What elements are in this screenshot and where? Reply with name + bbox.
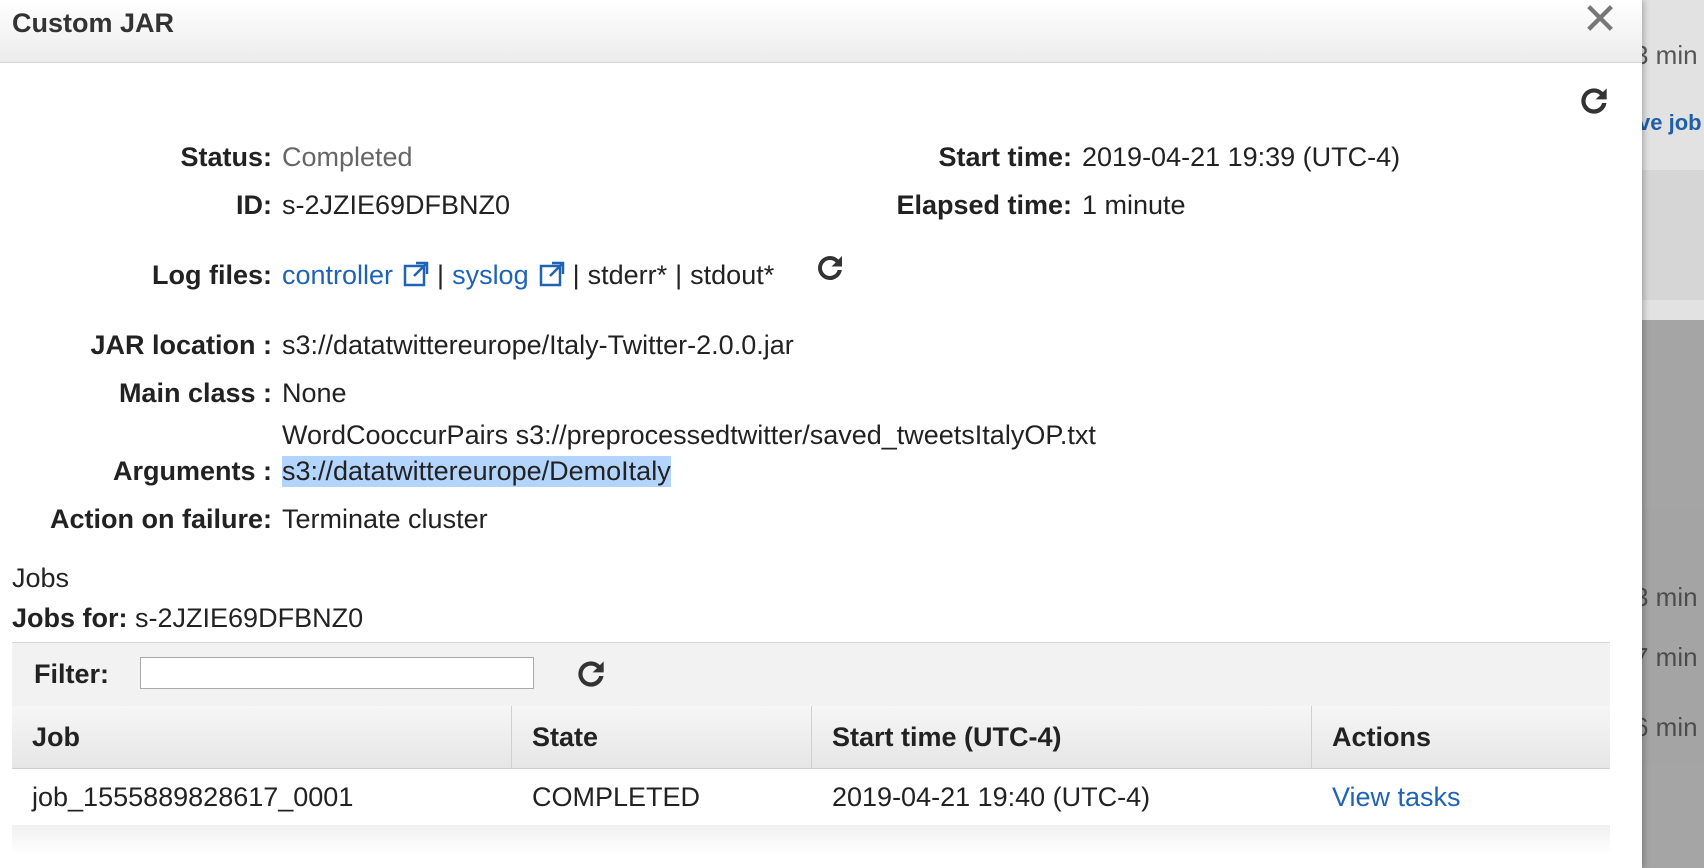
jobs-table: Job State Start time (UTC-4) Actions job…	[12, 706, 1610, 855]
arguments-value-line-1: WordCooccurPairs s3://preprocessedtwitte…	[282, 420, 1096, 450]
action-on-failure-value: Terminate cluster	[282, 504, 488, 534]
background-text: 3 min	[1634, 582, 1698, 612]
filter-label: Filter:	[34, 659, 110, 689]
job-state-cell: COMPLETED	[532, 782, 701, 812]
column-header-state[interactable]: State	[512, 706, 812, 768]
syslog-log-link[interactable]: syslog	[452, 260, 529, 290]
arguments-label: Arguments :	[112, 456, 272, 486]
stderr-log: stderr*	[587, 260, 668, 290]
status-value: Completed	[282, 142, 413, 172]
job-id-cell: job_1555889828617_0001	[32, 782, 354, 812]
column-header-actions: Actions	[1332, 722, 1432, 752]
separator: |	[572, 260, 580, 290]
background-link: ve job	[1640, 110, 1702, 135]
external-link-icon[interactable]	[539, 261, 565, 287]
action-on-failure-label: Action on failure:	[50, 504, 272, 534]
background-text: 3 min	[1640, 40, 1698, 70]
jobs-for: Jobs for: s-2JZIE69DFBNZ0	[12, 603, 363, 634]
id-label: ID:	[236, 190, 272, 220]
filter-bar: Filter:	[12, 642, 1610, 708]
background-band	[1640, 170, 1704, 300]
start-time-value: 2019-04-21 19:39 (UTC-4)	[1082, 142, 1401, 172]
separator: |	[437, 260, 445, 290]
log-files-links: controller | syslog | stderr* | stdout*	[282, 260, 774, 291]
arguments-value-line-2: s3://datatwittereurope/DemoItaly	[282, 456, 671, 487]
controller-log-link[interactable]: controller	[282, 260, 393, 290]
elapsed-time-label: Elapsed time:	[896, 190, 1072, 220]
table-header: Job State Start time (UTC-4) Actions	[12, 706, 1610, 769]
refresh-icon[interactable]	[1575, 82, 1613, 127]
dialog-header: Custom JAR ✕	[0, 0, 1642, 63]
external-link-icon[interactable]	[403, 261, 429, 287]
start-time-label: Start time:	[938, 142, 1072, 172]
jobs-for-value: s-2JZIE69DFBNZ0	[135, 603, 364, 633]
view-tasks-link[interactable]: View tasks	[1312, 769, 1610, 825]
refresh-icon[interactable]	[812, 250, 848, 293]
refresh-icon[interactable]	[572, 655, 610, 700]
table-row: job_1555889828617_0001 COMPLETED 2019-04…	[12, 769, 1610, 825]
column-header-start-time[interactable]: Start time (UTC-4)	[812, 706, 1312, 768]
custom-jar-dialog: Custom JAR ✕ Status: Completed Start tim…	[0, 0, 1642, 868]
stdout-log: stdout*	[690, 260, 775, 290]
background-overlay: 3 min 7 min 6 min	[1634, 320, 1704, 868]
elapsed-time-value: 1 minute	[1082, 190, 1186, 220]
jobs-for-label: Jobs for:	[12, 603, 128, 633]
jar-location-value: s3://datatwittereurope/Italy-Twitter-2.0…	[282, 330, 794, 360]
close-icon[interactable]: ✕	[1580, 0, 1620, 42]
background-text: 6 min	[1634, 712, 1698, 742]
jobs-section-title: Jobs	[12, 563, 70, 593]
table-footer	[12, 825, 1610, 855]
job-start-time-cell: 2019-04-21 19:40 (UTC-4)	[832, 782, 1151, 812]
separator: |	[675, 260, 683, 290]
status-label: Status:	[180, 142, 272, 172]
id-value: s-2JZIE69DFBNZ0	[282, 190, 511, 220]
main-class-label: Main class :	[118, 378, 272, 408]
column-header-job[interactable]: Job	[12, 706, 512, 768]
log-files-label: Log files:	[152, 260, 272, 290]
background-text: 7 min	[1634, 642, 1698, 672]
filter-input[interactable]	[140, 657, 534, 689]
dialog-title: Custom JAR	[12, 8, 175, 38]
jar-location-label: JAR location :	[90, 330, 272, 360]
main-class-value: None	[282, 378, 347, 408]
